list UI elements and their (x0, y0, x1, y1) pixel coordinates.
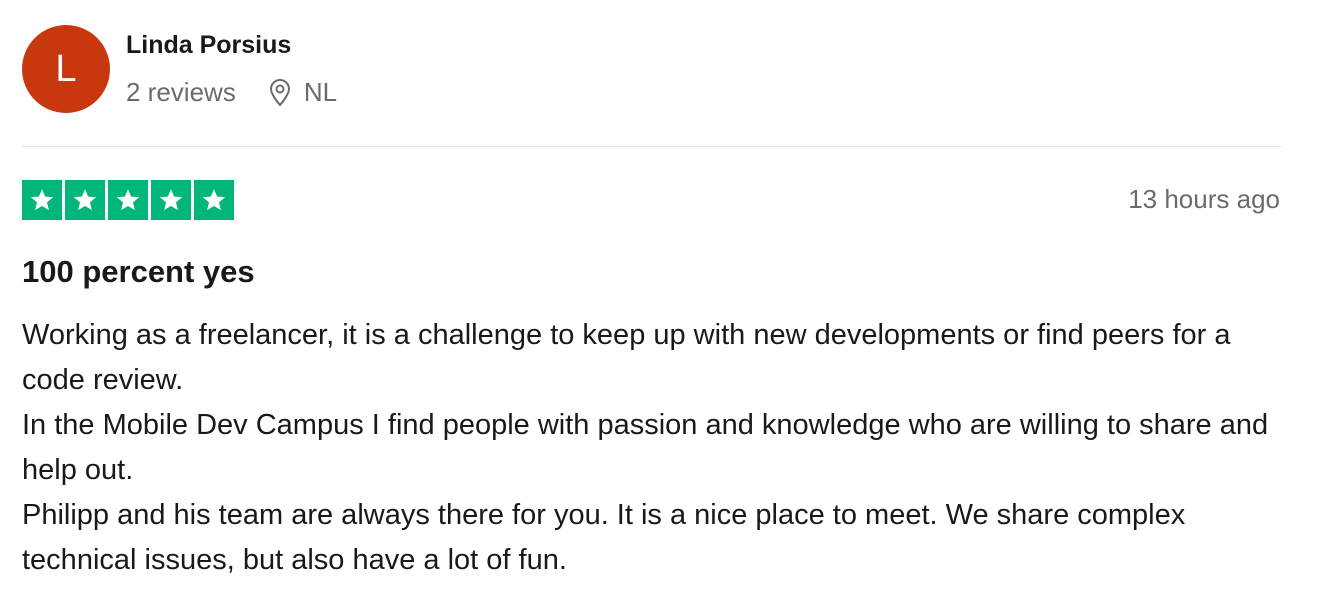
star-icon (108, 180, 148, 220)
review-paragraph: Philipp and his team are always there fo… (22, 499, 1186, 576)
avatar-initial: L (55, 47, 77, 90)
star-rating (22, 180, 234, 220)
review-title[interactable]: 100 percent yes (22, 254, 255, 290)
star-icon (22, 180, 62, 220)
star-icon (151, 180, 191, 220)
review-body: Working as a freelancer, it is a challen… (22, 313, 1292, 583)
reviews-count: 2 reviews (126, 77, 236, 107)
avatar[interactable]: L (22, 25, 110, 113)
review-paragraph: Working as a freelancer, it is a challen… (22, 319, 1231, 396)
star-icon (194, 180, 234, 220)
location-pin-icon (268, 78, 292, 107)
reviewer-meta: 2 reviews NL (126, 77, 337, 108)
star-icon (65, 180, 105, 220)
reviewer-name[interactable]: Linda Porsius (126, 31, 291, 60)
reviewer-country: NL (303, 77, 338, 107)
review-paragraph: In the Mobile Dev Campus I find people w… (22, 409, 1269, 486)
divider (22, 146, 1281, 147)
review-time: 13 hours ago (1128, 184, 1280, 214)
